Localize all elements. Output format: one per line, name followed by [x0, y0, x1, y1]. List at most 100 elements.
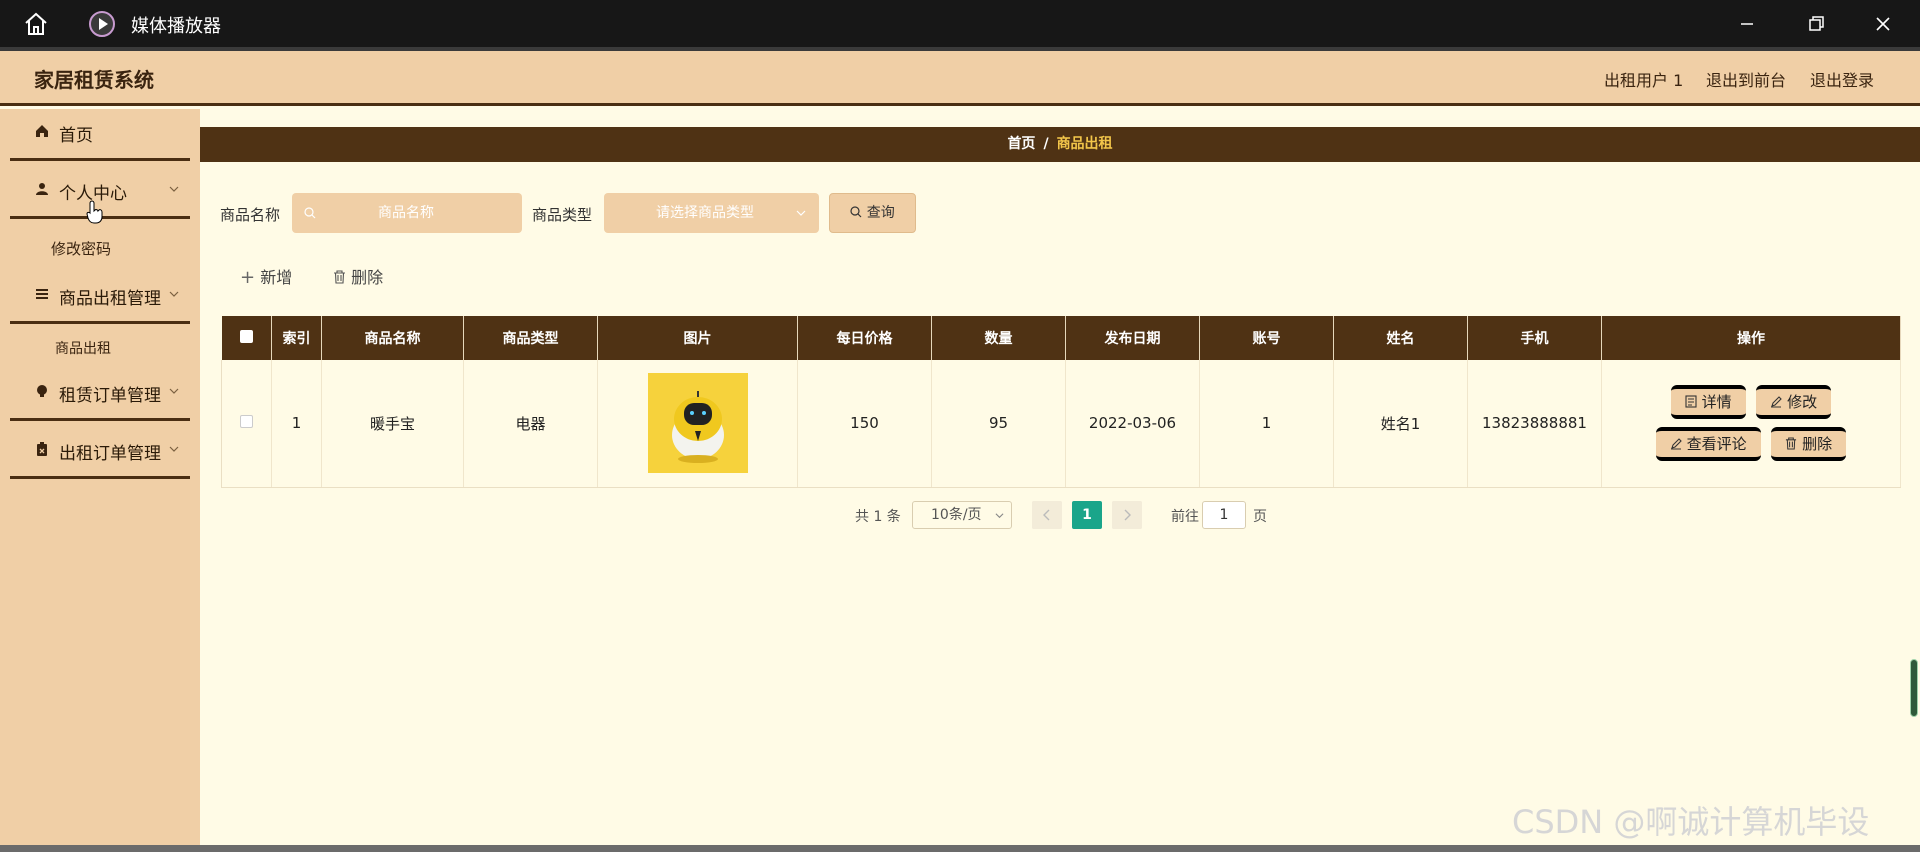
watermark-text: CSDN @啊诚计算机毕设	[1512, 803, 1870, 841]
bulb-icon	[37, 385, 47, 397]
goto-page-input[interactable]: 1	[1202, 501, 1246, 529]
goods-type-label: 商品类型	[532, 206, 593, 224]
edit-icon	[1670, 438, 1682, 450]
cell-phone: 13823888881	[1467, 360, 1602, 488]
column-header-person-name: 姓名	[1333, 316, 1468, 360]
logout-link[interactable]: 退出登录	[1810, 67, 1874, 91]
goods-name-placeholder: 商品名称	[378, 205, 434, 221]
prev-page-button[interactable]	[1032, 501, 1062, 529]
query-button-label: 查询	[866, 205, 895, 221]
column-header-publish-date: 发布日期	[1065, 316, 1200, 360]
cell-daily-price: 150	[797, 360, 932, 488]
document-icon	[1685, 395, 1697, 408]
cell-image	[597, 360, 798, 488]
chevron-down-icon	[169, 446, 179, 452]
sidebar-subitem-change-password[interactable]: 修改密码	[51, 238, 111, 259]
goto-suffix: 页	[1253, 509, 1267, 525]
window-title: 媒体播放器	[131, 16, 221, 37]
bottom-edge	[0, 845, 1920, 852]
clipboard-icon	[37, 442, 47, 456]
brand-title: 家居租赁系统	[34, 68, 154, 92]
breadcrumb-current: 商品出租	[1056, 136, 1113, 152]
breadcrumb-home[interactable]: 首页	[1007, 136, 1035, 152]
scrollbar-thumb[interactable]	[1910, 659, 1918, 717]
column-header-account: 账号	[1199, 316, 1334, 360]
edit-icon	[1771, 396, 1783, 408]
sidebar-item-home[interactable]: 首页	[10, 109, 190, 161]
page-number-1[interactable]: 1	[1072, 501, 1102, 529]
home-icon[interactable]	[22, 10, 50, 38]
cell-index: 1	[271, 360, 322, 488]
cell-quantity: 95	[931, 360, 1066, 488]
cell-person-name: 姓名1	[1333, 360, 1468, 488]
user-icon	[36, 183, 48, 195]
row-checkbox[interactable]	[240, 415, 253, 429]
view-reviews-button[interactable]: 查看评论	[1655, 427, 1761, 462]
trash-icon	[334, 270, 345, 284]
column-header-goods-type: 商品类型	[463, 316, 598, 360]
window-titlebar: 媒体播放器	[0, 0, 1920, 47]
cell-goods-name: 暖手宝	[321, 360, 464, 488]
query-button[interactable]: 查询	[829, 193, 916, 233]
breadcrumb: 首页 / 商品出租	[200, 127, 1920, 162]
plus-icon: +	[240, 267, 256, 288]
current-user-link[interactable]: 出租用户 1	[1604, 67, 1683, 91]
sidebar-subitem-goods-rental[interactable]: 商品出租	[55, 338, 111, 358]
chevron-down-icon	[169, 388, 179, 394]
column-header-actions: 操作	[1601, 316, 1901, 360]
sidebar-item-lease-order-mgmt[interactable]: 租赁订单管理	[10, 369, 190, 421]
goods-name-label: 商品名称	[220, 206, 281, 224]
sidebar-item-label: 商品出租管理	[59, 289, 161, 309]
app-header: 家居租赁系统 出租用户 1 退出到前台 退出登录	[0, 51, 1920, 106]
sidebar-item-rental-goods-mgmt[interactable]: 商品出租管理	[10, 272, 190, 324]
search-icon	[850, 206, 862, 218]
select-all-checkbox[interactable]	[239, 329, 253, 343]
chevron-down-icon	[169, 186, 179, 192]
goods-table: 索引 商品名称 商品类型 图片 每日价格 数量 发布日期 账号 姓名 手机 操作…	[221, 316, 1901, 488]
edit-button[interactable]: 修改	[1756, 385, 1832, 420]
back-to-front-link[interactable]: 退出到前台	[1706, 67, 1786, 91]
breadcrumb-separator: /	[1043, 136, 1049, 152]
row-delete-button[interactable]: 删除	[1771, 427, 1847, 462]
select-all-cell[interactable]	[221, 316, 272, 360]
cell-publish-date: 2022-03-06	[1065, 360, 1200, 488]
main-content: 首页 / 商品出租 商品名称 商品名称 商品类型 请选择商品类型 查询 + 新增 删…	[200, 109, 1920, 852]
table-header-row: 索引 商品名称 商品类型 图片 每日价格 数量 发布日期 账号 姓名 手机 操作	[221, 316, 1901, 360]
goods-type-select[interactable]: 请选择商品类型	[604, 193, 819, 233]
sidebar-item-label: 首页	[59, 126, 93, 146]
column-header-daily-price: 每日价格	[797, 316, 932, 360]
home-icon	[36, 125, 48, 137]
close-icon[interactable]	[1869, 10, 1897, 38]
chevron-down-icon	[995, 513, 1004, 519]
column-header-image: 图片	[597, 316, 798, 360]
column-header-index: 索引	[271, 316, 322, 360]
add-button-label: 新增	[260, 268, 293, 287]
delete-button[interactable]: 删除	[333, 264, 383, 288]
edit-button-label: 修改	[1787, 393, 1818, 412]
chevron-down-icon	[796, 210, 806, 216]
view-reviews-button-label: 查看评论	[1686, 435, 1747, 454]
goods-name-input[interactable]: 商品名称	[292, 193, 522, 233]
page-size-select[interactable]: 10条/页	[912, 501, 1012, 529]
add-button[interactable]: + 新增	[240, 264, 292, 288]
column-header-phone: 手机	[1467, 316, 1602, 360]
minimize-icon[interactable]	[1733, 10, 1761, 38]
delete-button-label: 删除	[351, 268, 384, 287]
cell-account: 1	[1199, 360, 1334, 488]
sidebar-item-label: 出租订单管理	[59, 444, 161, 464]
cell-actions: 详情 修改 查看评论 删除	[1601, 360, 1901, 488]
row-delete-button-label: 删除	[1802, 435, 1833, 454]
detail-button[interactable]: 详情	[1670, 385, 1746, 420]
chevron-down-icon	[169, 291, 179, 297]
sidebar-item-label: 租赁订单管理	[59, 386, 161, 406]
list-icon	[36, 289, 48, 299]
trash-icon	[1786, 437, 1797, 450]
goods-type-placeholder: 请选择商品类型	[656, 205, 754, 221]
column-header-goods-name: 商品名称	[321, 316, 464, 360]
goods-image[interactable]	[647, 373, 748, 474]
sidebar-item-rent-out-order-mgmt[interactable]: 出租订单管理	[10, 427, 190, 479]
restore-icon[interactable]	[1802, 10, 1830, 38]
row-select-cell[interactable]	[221, 360, 272, 488]
next-page-button[interactable]	[1112, 501, 1142, 529]
hand-cursor-icon	[86, 200, 103, 224]
